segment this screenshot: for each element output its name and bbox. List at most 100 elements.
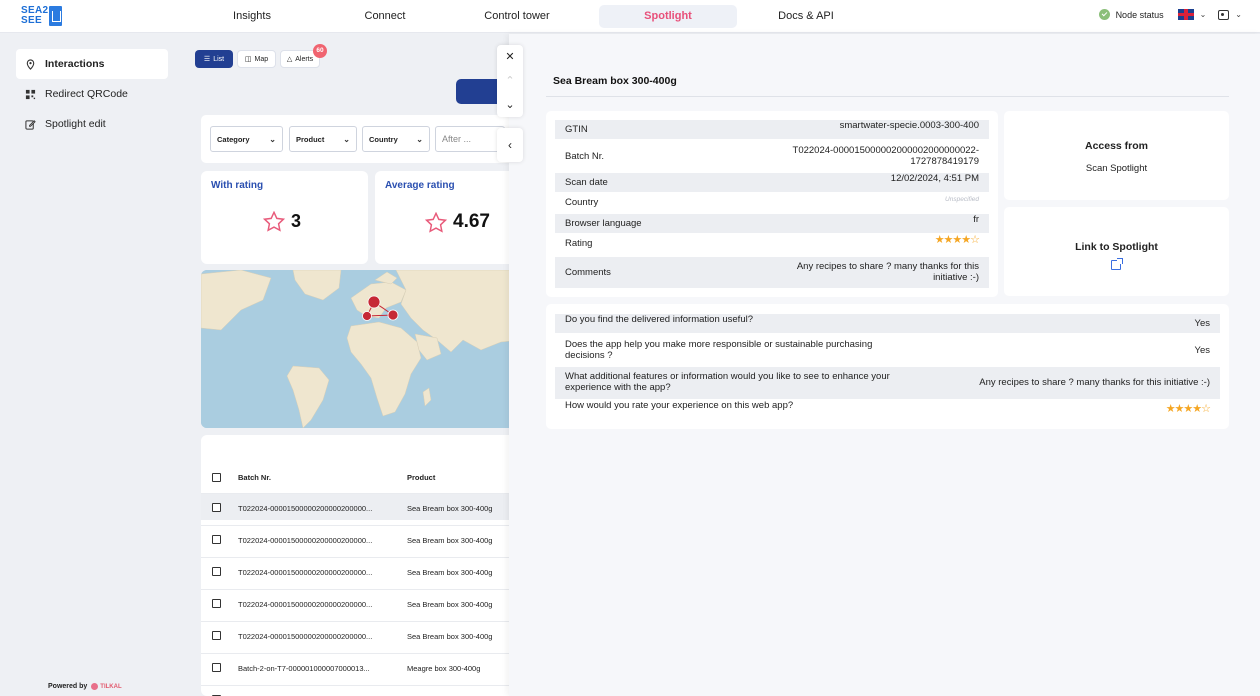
- bell-icon: △: [286, 56, 293, 63]
- detail-key: Country: [565, 197, 599, 208]
- list-view-button[interactable]: ☰ List: [195, 50, 233, 68]
- country-label: Country: [369, 134, 398, 144]
- filter-bar: Category ⌄ Product ⌄ Country ⌄ After ...: [201, 115, 521, 163]
- survey-question: What additional features or information …: [565, 371, 890, 393]
- pin-icon: [26, 58, 35, 70]
- product-select[interactable]: Product ⌄: [289, 126, 357, 152]
- sidebar-item-label: Redirect QRCode: [45, 88, 128, 100]
- table-row[interactable]: T022024-00001500000200000200000... Sea Br…: [201, 589, 521, 616]
- survey-question: How would you rate your experience on th…: [565, 400, 794, 411]
- collapse-drawer-button[interactable]: ‹: [497, 128, 523, 162]
- nav-docs-api[interactable]: Docs & API: [756, 5, 856, 28]
- nav-connect[interactable]: Connect: [335, 5, 435, 28]
- logo-text-line2: SEE: [21, 15, 42, 26]
- cell-batch: T022024-00001500000200000200000...: [238, 600, 373, 609]
- sidebar: Interactions Redirect QRCode Spotlight e…: [0, 34, 188, 696]
- survey-answers-card: Do you find the delivered information us…: [546, 304, 1229, 429]
- row-checkbox[interactable]: [212, 535, 221, 544]
- survey-answer: Yes: [1194, 318, 1211, 329]
- detail-row-language: Browser language fr: [555, 214, 989, 233]
- sidebar-item-label: Interactions: [45, 58, 105, 70]
- qrcode-icon: [25, 89, 36, 99]
- detail-key: Scan date: [565, 177, 608, 188]
- after-date-input[interactable]: After ...: [435, 126, 505, 152]
- chevron-down-icon[interactable]: ⌄: [497, 93, 523, 117]
- detail-value-line2: initiative :-): [933, 272, 979, 283]
- row-checkbox[interactable]: [212, 503, 221, 512]
- interaction-details-card: GTIN smartwater-specie.0003-300-400 Batc…: [546, 111, 998, 297]
- cell-product: Sea Bream box 300-400g: [407, 632, 493, 641]
- sidebar-item-label: Spotlight edit: [45, 118, 106, 130]
- map-view-button[interactable]: ◫ Map: [237, 50, 276, 68]
- table-row[interactable]: T022024-00001500000200000200000...Sea Br…: [201, 557, 521, 584]
- detail-key: Browser language: [565, 218, 642, 229]
- table-row[interactable]: T022024-00001500000200000200000...Sea Br…: [201, 493, 521, 520]
- nav-insights[interactable]: Insights: [178, 5, 326, 28]
- rating-stars: ★★★★☆: [1165, 403, 1211, 415]
- table-row[interactable]: T022024-00001500000200000200000...Sea Br…: [201, 685, 521, 696]
- chevron-up-icon[interactable]: ⌃: [497, 69, 523, 93]
- detail-row-gtin: GTIN smartwater-specie.0003-300-400: [555, 120, 989, 139]
- uk-flag-icon[interactable]: [1177, 9, 1194, 20]
- close-icon[interactable]: ✕: [497, 45, 523, 69]
- survey-question: Does the app help you make more responsi…: [565, 339, 873, 361]
- detail-row-country: Country Unspecified: [555, 194, 989, 212]
- country-select[interactable]: Country ⌄: [362, 126, 430, 152]
- kpi-title: Average rating: [385, 180, 455, 191]
- chevron-down-icon: ⌄: [343, 134, 350, 144]
- detail-row-comments: Comments Any recipes to share ? many tha…: [555, 257, 989, 288]
- chevron-down-icon[interactable]: ⌄: [1235, 10, 1242, 19]
- alerts-label: Alerts: [295, 55, 314, 63]
- sea2see-logo[interactable]: SEA2 SEE: [21, 6, 62, 28]
- logo-tower-icon: [49, 6, 62, 26]
- world-map[interactable]: [201, 270, 521, 428]
- sidebar-item-spotlight-edit[interactable]: Spotlight edit: [16, 109, 168, 139]
- camera-icon[interactable]: [1218, 9, 1230, 20]
- detail-value: Unspecified: [945, 196, 979, 203]
- detail-row-rating: Rating ★★★★☆: [555, 235, 989, 253]
- kpi-value: 4.67: [453, 211, 490, 232]
- detail-value-line2: 1727878419179: [910, 156, 979, 167]
- kpi-title: With rating: [211, 180, 264, 191]
- detail-value-line1: Any recipes to share ? many thanks for t…: [796, 261, 979, 272]
- nav-control-tower[interactable]: Control tower: [452, 5, 582, 28]
- top-navbar: SEA2 SEE Insights Connect Control tower S…: [0, 0, 1260, 33]
- nav-spotlight[interactable]: Spotlight: [599, 5, 737, 28]
- list-label: List: [213, 55, 225, 63]
- kpi-value: 3: [291, 211, 302, 231]
- cell-batch: T022024-00001500000200000200000...: [238, 536, 373, 545]
- cell-batch: T022024-00001500000200000200000...: [238, 568, 373, 577]
- divider: [546, 96, 1229, 97]
- access-title: Access from: [1084, 140, 1149, 152]
- drawer-controls: ✕ ⌃ ⌄: [497, 45, 523, 117]
- detail-title: Sea Bream box 300-400g: [553, 75, 677, 87]
- tilkal-logo[interactable]: TILKAL: [91, 683, 122, 690]
- table-row[interactable]: Batch-2-on-T7-000001000007000013... Meagr…: [201, 653, 521, 680]
- access-from-card: Access from Scan Spotlight: [1004, 111, 1229, 200]
- table-row[interactable]: T022024-00001500000200000200000...Sea Br…: [201, 621, 521, 648]
- node-status-button[interactable]: Node status: [1116, 10, 1164, 20]
- cell-product: Sea Bream box 300-400g: [407, 600, 493, 609]
- category-select[interactable]: Category ⌄: [210, 126, 283, 152]
- alerts-count-badge: 60: [313, 44, 327, 58]
- table-row[interactable]: T022024-00001500000200000200000...Sea Br…: [201, 525, 521, 552]
- sidebar-item-interactions[interactable]: Interactions: [16, 49, 168, 79]
- edit-icon: [25, 119, 36, 130]
- kpi-value-row: 4.67: [425, 211, 490, 233]
- row-checkbox[interactable]: [212, 567, 221, 576]
- chevron-down-icon[interactable]: ⌄: [1200, 10, 1207, 19]
- row-checkbox[interactable]: [212, 663, 221, 672]
- select-all-checkbox[interactable]: [212, 473, 221, 482]
- sidebar-item-redirect-qrcode[interactable]: Redirect QRCode: [16, 79, 168, 109]
- tilkal-label: TILKAL: [100, 683, 122, 690]
- detail-key: Comments: [565, 267, 611, 278]
- column-header-batch[interactable]: Batch Nr.: [238, 473, 271, 482]
- external-link-icon[interactable]: [1111, 258, 1123, 270]
- kpi-value-row: 3: [263, 211, 301, 232]
- map-icon: ◫: [244, 56, 252, 63]
- row-checkbox[interactable]: [212, 599, 221, 608]
- row-checkbox[interactable]: [212, 631, 221, 640]
- detail-key: Rating: [565, 238, 593, 249]
- rating-stars: ★★★★☆: [934, 234, 980, 246]
- column-header-product[interactable]: Product: [407, 473, 435, 482]
